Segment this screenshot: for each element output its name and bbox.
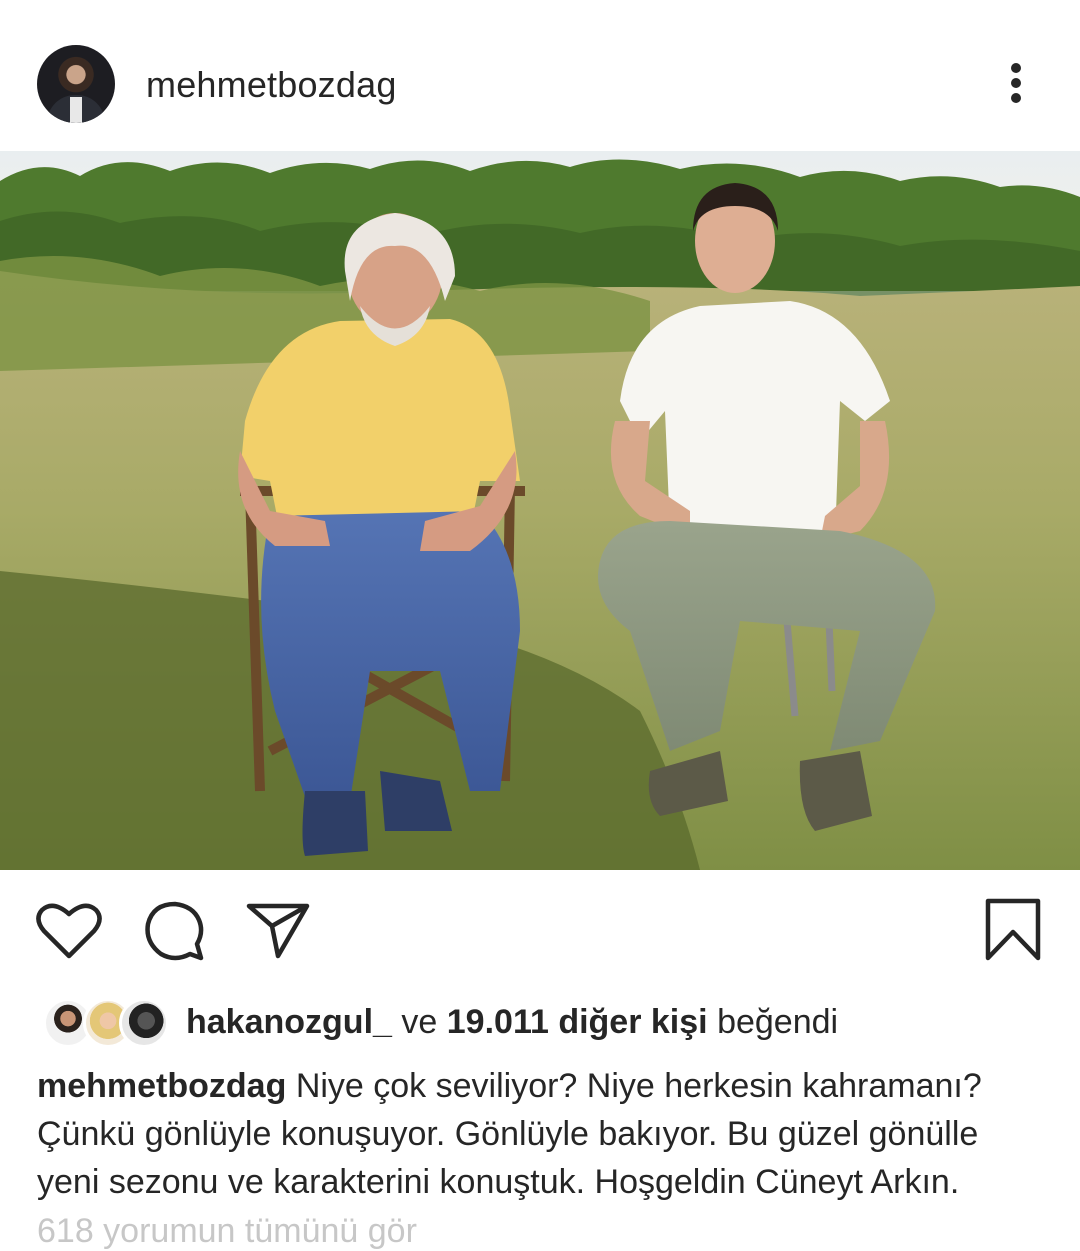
liker-avatar bbox=[119, 998, 169, 1048]
view-comments-link[interactable]: 618 yorumun tümünü gör bbox=[37, 1212, 417, 1251]
post-username[interactable]: mehmetbozdag bbox=[146, 64, 397, 106]
more-options-icon[interactable] bbox=[1000, 58, 1032, 108]
send-icon[interactable] bbox=[246, 902, 310, 960]
liked-by-connector: ve bbox=[401, 1003, 438, 1041]
comment-icon[interactable] bbox=[143, 900, 207, 964]
liked-by-others[interactable]: 19.011 diğer kişi bbox=[447, 1003, 708, 1041]
heart-icon[interactable] bbox=[36, 900, 102, 960]
post-caption: mehmetbozdag Niye çok seviliyor? Niye he… bbox=[37, 1062, 1047, 1206]
bookmark-icon[interactable] bbox=[985, 898, 1041, 962]
caption-username[interactable]: mehmetbozdag bbox=[37, 1067, 286, 1105]
likes-row[interactable]: hakanozgul_ ve 19.011 diğer kişi beğendi bbox=[0, 990, 1080, 1050]
profile-avatar[interactable] bbox=[37, 45, 115, 123]
likes-summary: hakanozgul_ ve 19.011 diğer kişi beğendi bbox=[186, 1003, 838, 1042]
post-header: mehmetbozdag bbox=[0, 0, 1080, 150]
avatar-collar bbox=[70, 97, 82, 123]
menu-dot bbox=[1011, 63, 1021, 73]
menu-dot bbox=[1011, 78, 1021, 88]
action-bar bbox=[0, 880, 1080, 980]
menu-dot bbox=[1011, 93, 1021, 103]
post-photo[interactable] bbox=[0, 151, 1080, 870]
liked-by-user[interactable]: hakanozgul_ bbox=[186, 1003, 392, 1041]
liked-by-suffix: beğendi bbox=[717, 1003, 839, 1041]
